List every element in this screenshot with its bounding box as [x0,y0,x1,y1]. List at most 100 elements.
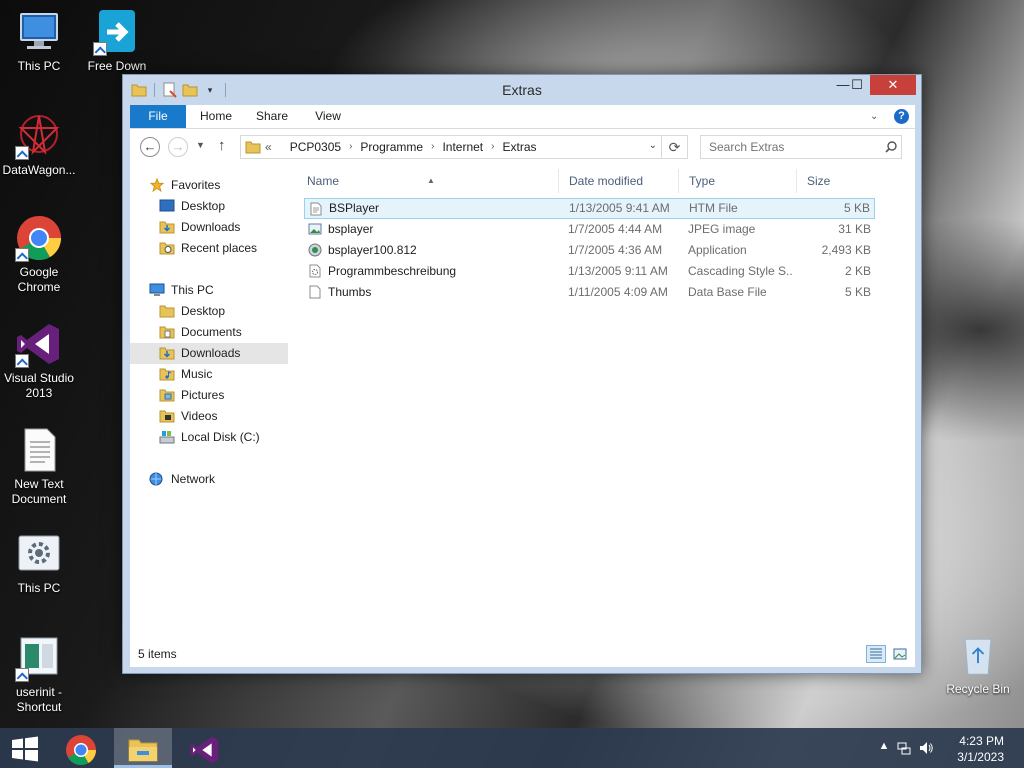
nav-fav-recent-places[interactable]: Recent places [130,238,288,259]
nav-label: Pictures [181,388,225,402]
show-hidden-icons-icon[interactable]: ▲ [876,740,892,756]
breadcrumb-separator-icon[interactable]: › [349,136,352,158]
recent-locations-chevron-icon[interactable]: ▼ [196,140,205,150]
help-icon[interactable]: ? [894,109,909,124]
tab-file[interactable]: File [130,105,186,128]
chrome-icon [66,735,96,766]
file-size: 5 KB [844,285,871,299]
clock[interactable]: 4:23 PM 3/1/2023 [957,733,1004,765]
column-header-name[interactable]: Name ▲ [297,169,559,193]
desktop-icon-google-chrome[interactable]: Google Chrome [0,214,78,295]
folder-icon [159,305,175,318]
search-icon[interactable] [885,141,897,153]
back-button[interactable]: ← [140,137,160,157]
breadcrumb-item[interactable]: Internet [442,136,483,158]
nav-pc-local-disk[interactable]: Local Disk (C:) [130,427,288,448]
column-header-date[interactable]: Date modified [559,169,679,193]
desktop-icon-label: Recycle Bin [946,682,1010,696]
documents-folder-icon [159,326,175,339]
desktop-icon-visual-studio[interactable]: Visual Studio 2013 [0,320,78,401]
column-header-type[interactable]: Type [679,169,797,193]
address-dropdown-icon[interactable]: ⌄ [649,140,657,151]
breadcrumb-separator-icon[interactable]: › [491,136,494,158]
search-input[interactable] [700,135,902,159]
taskbar-app-chrome[interactable] [52,728,110,768]
address-bar[interactable]: « PCP0305 › Programme › Internet › Extra… [240,135,662,159]
navigation-pane: Favorites Desktop Downloads Recent place… [130,165,290,640]
nav-label: Desktop [181,199,226,213]
desktop-icon-new-text-document[interactable]: New Text Document [0,426,78,507]
file-date: 1/11/2005 4:09 AM [568,285,668,299]
nav-pc-videos[interactable]: Videos [130,406,288,427]
table-row[interactable]: bsplayer 1/7/2005 4:44 AM JPEG image 31 … [304,219,875,240]
nav-network[interactable]: Network [130,469,288,490]
desktop-icon-this-pc-2[interactable]: This PC [0,530,78,596]
text-document-icon [24,428,56,472]
desktop-icon-free-down[interactable]: Free Down [78,8,156,74]
nav-label: Favorites [171,178,221,192]
nav-label: Music [181,367,213,381]
tab-home[interactable]: Home [194,105,238,128]
explorer-window: ▾ Extras — ☐ ✕ File Home Share View ⌄ ? … [122,74,922,674]
taskbar-app-visual-studio[interactable] [176,728,234,768]
file-name: bsplayer [328,222,374,236]
breadcrumb-separator-icon[interactable]: › [431,136,434,158]
title-bar[interactable]: ▾ Extras — ☐ ✕ [123,75,921,105]
tab-share[interactable]: Share [250,105,294,128]
taskbar-app-file-explorer[interactable] [114,728,172,768]
nav-pc-downloads[interactable]: Downloads [130,343,288,364]
nav-fav-desktop[interactable]: Desktop [130,196,288,217]
nav-fav-downloads[interactable]: Downloads [130,217,288,238]
refresh-button[interactable]: ⟳ [662,135,688,159]
shortcut-arrow-icon [15,146,29,160]
table-row[interactable]: BSPlayer 1/13/2005 9:41 AM HTM File 5 KB [304,198,875,219]
windows-start-icon[interactable] [10,736,40,762]
desktop-icon-recycle-bin[interactable]: Recycle Bin [938,630,1018,696]
breadcrumb-item[interactable]: Extras [502,136,536,158]
column-header-size[interactable]: Size [797,169,875,193]
volume-icon[interactable] [918,740,934,756]
recycle-bin-icon [964,638,992,675]
details-view-icon [870,648,882,659]
breadcrumb-item[interactable]: PCP0305 [290,136,341,158]
nav-pc-music[interactable]: Music [130,364,288,385]
nav-pc-desktop[interactable]: Desktop [130,301,288,322]
file-size: 5 KB [843,201,870,215]
table-row[interactable]: Programmbeschreibung 1/13/2005 9:11 AM C… [304,261,875,282]
details-view-button[interactable] [866,645,886,663]
up-button[interactable]: ↑ [218,137,226,154]
desktop-icon-userinit-shortcut[interactable]: userinit - Shortcut [0,634,78,715]
table-row[interactable]: bsplayer100.812 1/7/2005 4:36 AM Applica… [304,240,875,261]
desktop-icon-label: This PC [17,59,61,73]
shortcut-arrow-icon [15,354,29,368]
computer-icon [20,13,58,49]
network-status-icon[interactable] [896,740,912,756]
nav-pc-documents[interactable]: Documents [130,322,288,343]
large-icons-view-button[interactable] [890,645,910,663]
file-name: Programmbeschreibung [328,264,457,278]
visual-studio-icon [190,736,219,764]
recent-places-icon [159,242,175,255]
breadcrumb-item[interactable]: Programme [360,136,423,158]
ribbon-right-controls: ⌄ ? [870,109,909,124]
nav-label: Recent places [181,241,258,255]
desktop-icon-datawagon[interactable]: DataWagon... [0,112,78,178]
clock-time: 4:23 PM [959,734,1004,748]
nav-label: Downloads [181,346,241,360]
table-row[interactable]: Thumbs 1/11/2005 4:09 AM Data Base File … [304,282,875,303]
shortcut-arrow-icon [93,42,107,56]
file-explorer-icon [128,739,158,762]
nav-this-pc[interactable]: This PC [130,280,288,301]
folder-icon [245,141,261,154]
nav-pc-pictures[interactable]: Pictures [130,385,288,406]
forward-button[interactable]: → [168,137,188,157]
maximize-button[interactable]: ☐ [843,75,871,95]
tab-view[interactable]: View [308,105,348,128]
navigation-bar: ← → ▼ ↑ « PCP0305 › Programme › Internet… [130,129,915,165]
breadcrumb-overflow[interactable]: « [265,136,272,158]
close-button[interactable]: ✕ [870,75,916,95]
desktop-icon-label: New Text Document [11,477,67,506]
desktop-icon-this-pc[interactable]: This PC [0,8,78,74]
expand-ribbon-icon[interactable]: ⌄ [870,111,880,122]
nav-favorites[interactable]: Favorites [130,175,288,196]
